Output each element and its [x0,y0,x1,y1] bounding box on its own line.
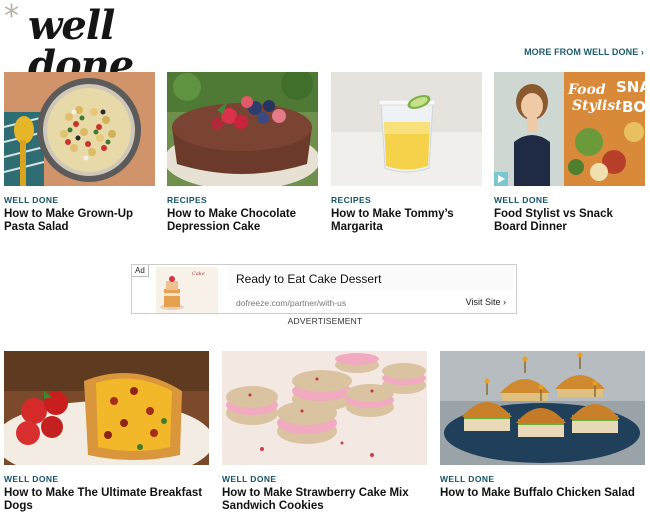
article-thumbnail[interactable] [167,72,318,186]
article-title[interactable]: Food Stylist vs Snack Board Dinner [494,208,645,234]
article-card[interactable]: RECIPES How to Make Chocolate Depression… [167,72,318,234]
article-card[interactable]: WELL DONE How to Make The Ultimate Break… [4,351,209,513]
overlay-food: Food [567,82,606,98]
article-title[interactable]: How to Make Buffalo Chicken Salad [440,487,645,500]
margarita-image [331,72,482,186]
ad-tag: Ad [132,265,149,277]
article-thumbnail[interactable]: Food Stylist SNA BO [494,72,645,186]
ad-image[interactable]: Cake [156,267,218,313]
article-category[interactable]: WELL DONE [440,474,645,484]
advertisement-label: ADVERTISEMENT [287,316,363,326]
article-thumbnail[interactable] [222,351,427,465]
article-card[interactable]: WELL DONE How to Make Buffalo Chicken Sa… [440,351,645,500]
article-category[interactable]: WELL DONE [4,474,209,484]
ad-banner[interactable]: Ad ✕ Cake Ready to Eat Cake Dessert dofr… [131,264,517,314]
article-card[interactable]: WELL DONE How to Make Grown-Up Pasta Sal… [4,72,155,234]
article-category[interactable]: WELL DONE [4,195,155,205]
overlay-snack: SNA [616,78,645,96]
article-card[interactable]: Food Stylist SNA BO WELL DONE Food Styli… [494,72,645,234]
more-from-well-done-link[interactable]: MORE FROM WELL DONE › [524,47,644,57]
cake-image: Cake [156,267,218,313]
article-category[interactable]: RECIPES [167,195,318,205]
article-card[interactable]: WELL DONE How to Make Strawberry Cake Mi… [222,351,427,513]
article-thumbnail[interactable] [331,72,482,186]
site-logo[interactable]: * well done [4,0,154,86]
article-title[interactable]: How to Make Strawberry Cake Mix Sandwich… [222,487,427,513]
breakfast-dogs-image [4,351,209,465]
chocolate-cake-image [167,72,318,186]
ad-url[interactable]: dofreeze.com/partner/with-us [236,298,346,308]
article-thumbnail[interactable] [4,351,209,465]
visit-site-button[interactable]: Visit Site › [466,297,506,307]
article-category[interactable]: WELL DONE [494,195,645,205]
article-title[interactable]: How to Make Chocolate Depression Cake [167,208,318,234]
article-thumbnail[interactable] [440,351,645,465]
article-thumbnail[interactable] [4,72,155,186]
article-title[interactable]: How to Make The Ultimate Breakfast Dogs [4,487,209,513]
overlay-stylist: Stylist [572,98,622,114]
ad-headline[interactable]: Ready to Eat Cake Dessert [228,265,514,291]
buffalo-chicken-image [440,351,645,465]
article-card[interactable]: RECIPES How to Make Tommy’s Margarita [331,72,482,234]
article-category[interactable]: WELL DONE [222,474,427,484]
pasta-salad-image [4,72,155,186]
ad-headline-text[interactable]: Ready to Eat Cake Dessert [236,272,381,286]
article-title[interactable]: How to Make Grown-Up Pasta Salad [4,208,155,234]
article-title[interactable]: How to Make Tommy’s Margarita [331,208,482,234]
logo-asterisk: * [4,0,19,34]
sandwich-cookies-image [222,351,427,465]
ad-brand: Cake [192,271,205,277]
article-category[interactable]: RECIPES [331,195,482,205]
food-stylist-video-image: Food Stylist SNA BO [494,72,645,186]
overlay-board: BO [622,98,645,116]
